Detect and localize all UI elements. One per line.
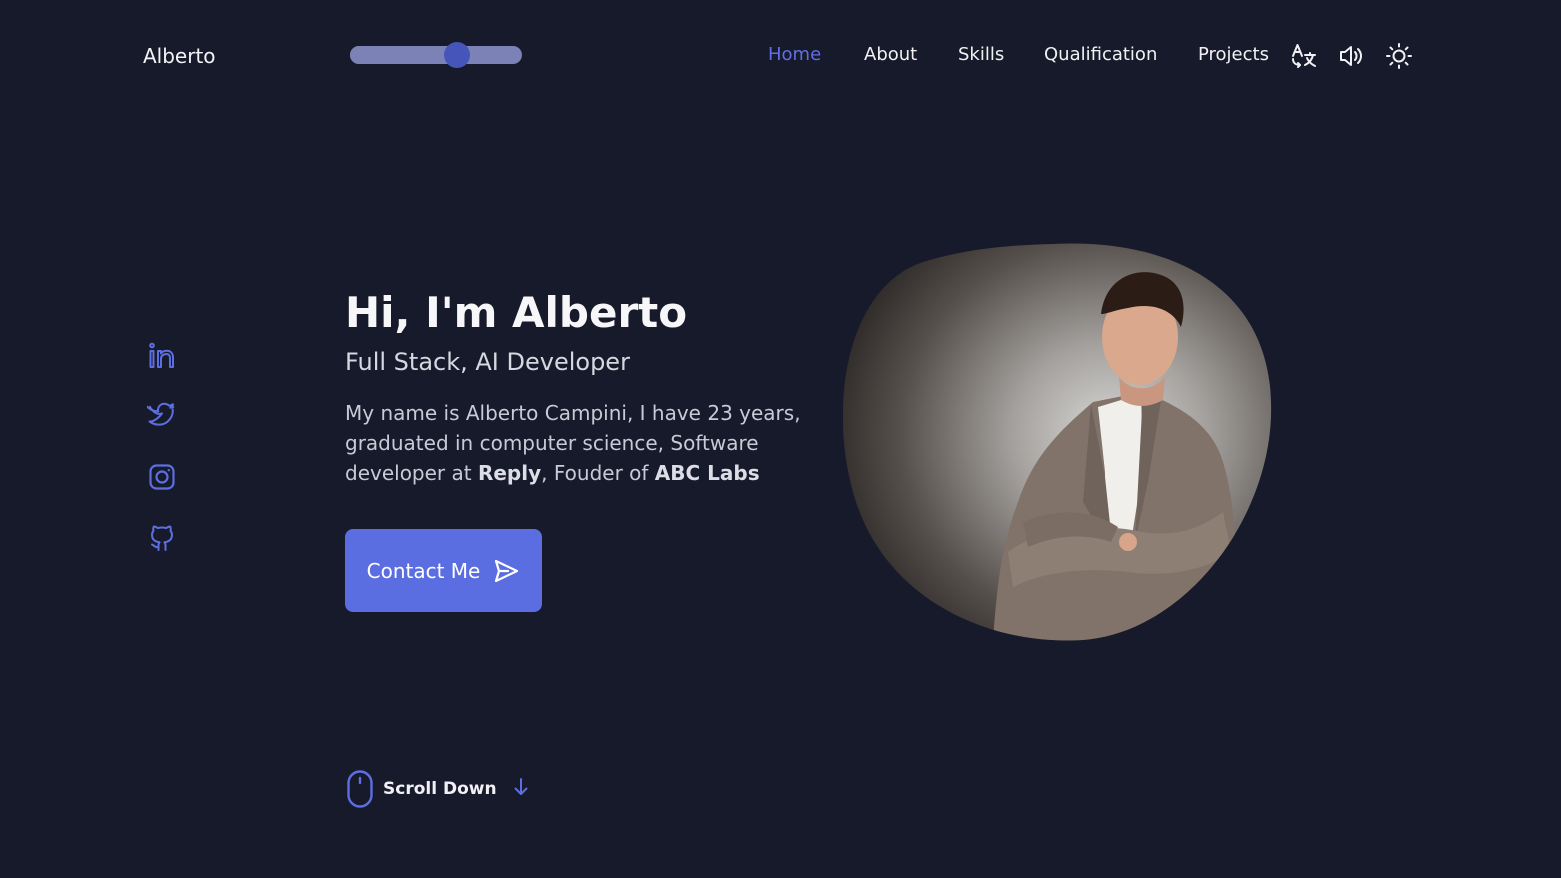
theme-slider[interactable] — [350, 42, 522, 68]
contact-me-label: Contact Me — [366, 558, 481, 583]
linkedin-icon[interactable] — [147, 341, 177, 371]
nav-about[interactable]: About — [864, 44, 917, 65]
nav-home[interactable]: Home — [768, 44, 821, 65]
translate-icon[interactable] — [1290, 42, 1318, 70]
nav-skills[interactable]: Skills — [958, 44, 1004, 65]
nav-projects[interactable]: Projects — [1198, 44, 1269, 65]
page: Alberto Home About Skills Qualification … — [0, 0, 1561, 878]
send-icon — [495, 559, 519, 582]
hero-description: My name is Alberto Campini, I have 23 ye… — [345, 398, 815, 488]
contact-me-button[interactable]: Contact Me — [345, 529, 542, 612]
arrow-down-icon — [514, 778, 528, 795]
nav-qualification[interactable]: Qualification — [1044, 44, 1157, 65]
slider-thumb[interactable] — [443, 42, 470, 68]
desc-company: Reply — [477, 461, 542, 485]
github-icon[interactable] — [147, 523, 177, 553]
twitter-icon[interactable] — [143, 400, 177, 430]
hero-title: Hi, I'm Alberto — [345, 288, 688, 337]
desc-text-2: , Fouder of — [541, 461, 655, 485]
slider-fill — [350, 46, 457, 64]
profile-photo — [843, 242, 1273, 642]
scroll-down[interactable]: Scroll Down — [346, 770, 530, 808]
scroll-down-label: Scroll Down — [383, 779, 497, 799]
volume-icon[interactable] — [1337, 42, 1365, 70]
sun-icon[interactable] — [1385, 42, 1413, 70]
hero-subtitle: Full Stack, AI Developer — [345, 348, 630, 376]
instagram-icon[interactable] — [147, 462, 177, 492]
desc-lab: ABC Labs — [654, 461, 760, 485]
logo[interactable]: Alberto — [143, 44, 216, 68]
mouse-icon — [347, 770, 373, 808]
